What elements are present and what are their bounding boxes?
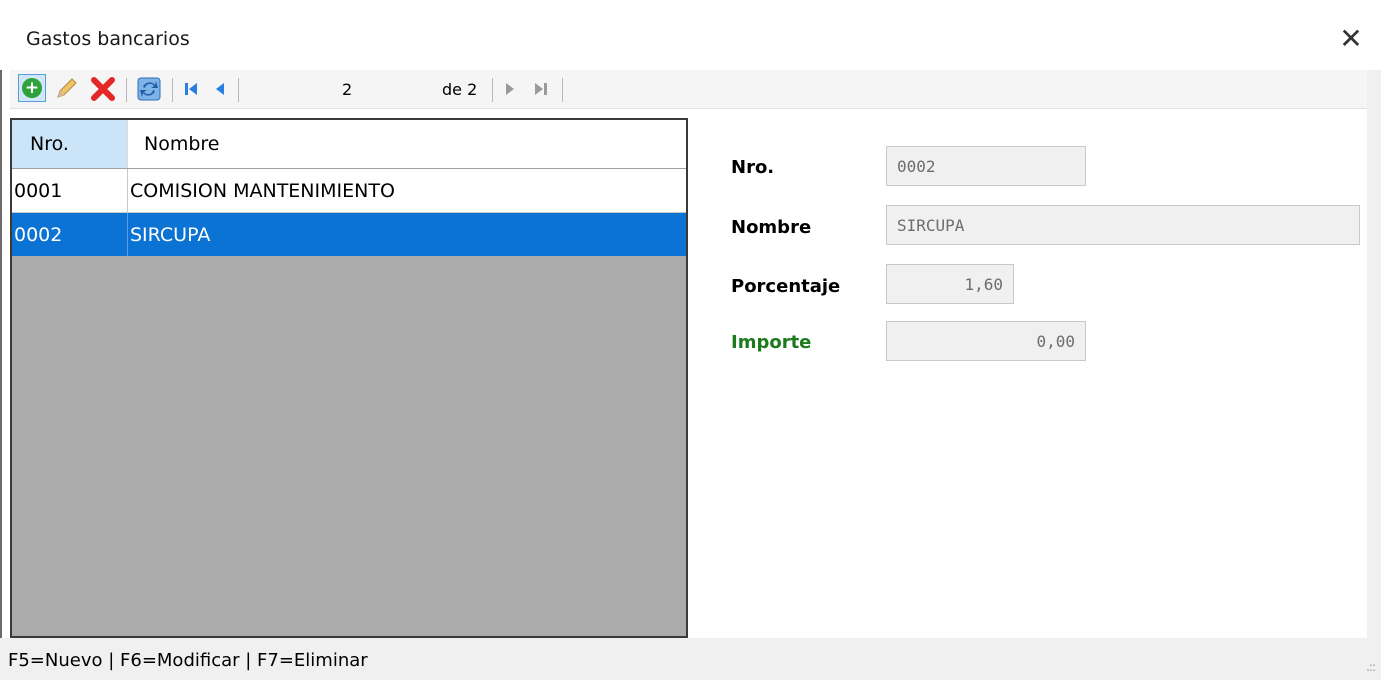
status-bar: F5=Nuevo | F6=Modificar | F7=Eliminar .:… bbox=[0, 638, 1381, 680]
importe-field[interactable]: 0,00 bbox=[886, 321, 1086, 361]
title-bar: Gastos bancarios ✕ bbox=[0, 0, 1381, 70]
grid-header: Nro. Nombre bbox=[12, 120, 686, 169]
previous-record-icon[interactable] bbox=[208, 74, 232, 104]
importe-label: Importe bbox=[731, 332, 812, 353]
cell-nro: 0001 bbox=[12, 169, 128, 212]
nombre-field[interactable]: SIRCUPA bbox=[886, 205, 1360, 245]
add-icon[interactable]: + bbox=[18, 74, 46, 102]
column-header-nro[interactable]: Nro. bbox=[12, 120, 128, 168]
porcentaje-field[interactable]: 1,60 bbox=[886, 264, 1014, 304]
cell-nombre: SIRCUPA bbox=[130, 223, 211, 246]
table-row[interactable]: 0001 COMISION MANTENIMIENTO bbox=[12, 169, 686, 213]
delete-x-icon[interactable] bbox=[86, 74, 120, 104]
gastos-grid[interactable]: Nro. Nombre 0001 COMISION MANTENIMIENTO … bbox=[10, 118, 688, 638]
cell-nombre: COMISION MANTENIMIENTO bbox=[130, 179, 395, 202]
shortcut-hints: F5=Nuevo | F6=Modificar | F7=Eliminar bbox=[8, 650, 368, 671]
resize-grip-icon[interactable]: .:: bbox=[1366, 660, 1376, 674]
window-side-strip bbox=[1367, 70, 1381, 638]
navigator-toolbar: + de 2 bbox=[10, 70, 1367, 109]
refresh-icon[interactable] bbox=[132, 74, 166, 104]
cell-nro: 0002 bbox=[12, 213, 128, 256]
porcentaje-label: Porcentaje bbox=[731, 276, 841, 297]
last-record-icon[interactable] bbox=[528, 74, 554, 104]
column-header-nombre[interactable]: Nombre bbox=[128, 120, 686, 168]
record-count-label: de 2 bbox=[442, 80, 478, 99]
nro-label: Nro. bbox=[731, 157, 775, 178]
window-left-border bbox=[0, 0, 2, 680]
window-title: Gastos bancarios bbox=[26, 28, 190, 50]
table-row-selected[interactable]: 0002 SIRCUPA bbox=[12, 213, 686, 256]
first-record-icon[interactable] bbox=[178, 74, 204, 104]
close-icon[interactable]: ✕ bbox=[1331, 18, 1371, 58]
nombre-label: Nombre bbox=[731, 217, 812, 238]
nro-field[interactable]: 0002 bbox=[886, 146, 1086, 186]
edit-pencil-icon[interactable] bbox=[50, 74, 82, 104]
next-record-icon[interactable] bbox=[498, 74, 522, 104]
record-position-input[interactable] bbox=[340, 77, 440, 101]
